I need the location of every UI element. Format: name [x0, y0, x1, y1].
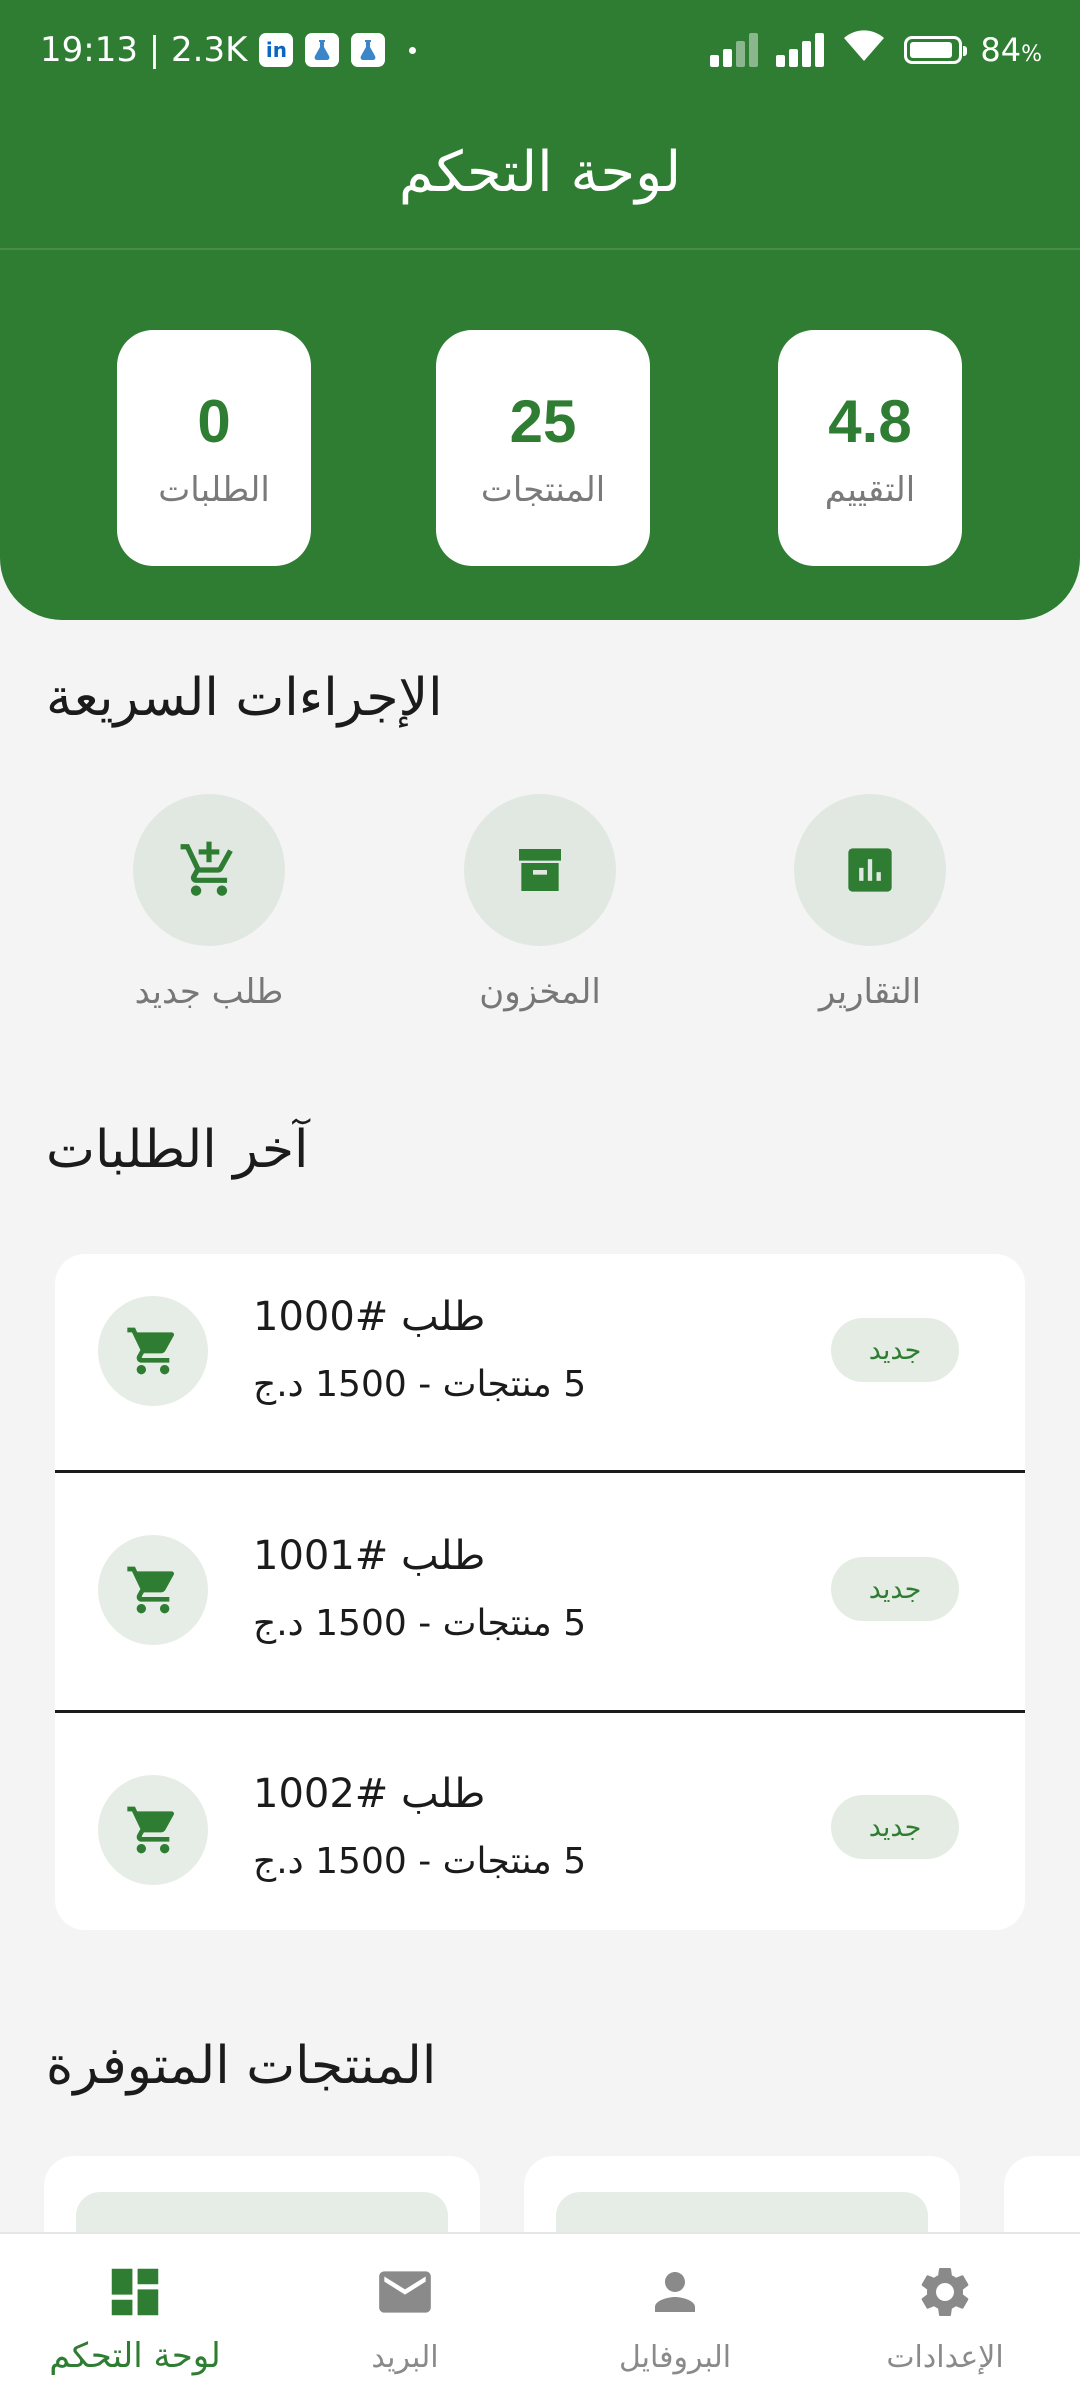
order-title: طلب #1002 [253, 1771, 486, 1817]
dashboard-header: 19:13 | 2.3K in 84% لوحة التحكم 4.8 التق… [0, 0, 1080, 620]
signal-icon [776, 32, 825, 67]
quick-action-inventory[interactable]: المخزون [420, 794, 660, 1012]
quick-actions-title: الإجراءات السريعة [46, 668, 443, 728]
quick-action-label: التقارير [818, 972, 922, 1012]
stat-value: 4.8 [828, 387, 912, 455]
nav-label: البريد [371, 2340, 439, 2375]
nav-item-profile[interactable]: البروفايل [540, 2234, 810, 2402]
page-title: لوحة التحكم [398, 140, 682, 205]
bottom-navigation: الإعدادات البروفايل البريد لوحة التحكم [0, 2232, 1080, 2402]
products-title: المنتجات المتوفرة [46, 2036, 437, 2096]
cart-icon [127, 1566, 175, 1614]
order-subtitle: 5 منتجات - 1500 د.ج [253, 1364, 587, 1405]
stat-label: التقييم [824, 469, 916, 510]
mail-icon [374, 2260, 436, 2324]
status-badge: جديد [831, 1795, 959, 1859]
quick-action-reports[interactable]: التقارير [750, 794, 990, 1012]
battery-level: 84% [980, 30, 1042, 69]
order-icon-circle [98, 1296, 208, 1406]
person-icon [645, 2260, 705, 2324]
dashboard-icon [104, 2260, 166, 2324]
order-icon-circle [98, 1775, 208, 1885]
stat-card-products: 25 المنتجات [436, 330, 650, 566]
order-subtitle: 5 منتجات - 1500 د.ج [253, 1603, 587, 1644]
quick-action-label: المخزون [479, 972, 601, 1012]
order-title: طلب #1000 [253, 1294, 486, 1340]
stat-value: 0 [197, 387, 231, 455]
order-title: طلب #1001 [253, 1533, 486, 1579]
stat-value: 25 [509, 387, 577, 455]
nav-label: لوحة التحكم [49, 2336, 221, 2376]
cart-icon [127, 1806, 175, 1854]
nav-item-dashboard[interactable]: لوحة التحكم [0, 2234, 270, 2402]
nav-item-settings[interactable]: الإعدادات [810, 2234, 1080, 2402]
nav-label: الإعدادات [886, 2340, 1004, 2375]
signal-icon [710, 32, 759, 67]
status-bar: 19:13 | 2.3K in 84% [0, 0, 1080, 110]
stat-label: الطلبات [158, 469, 270, 510]
order-row[interactable]: طلب #1002 5 منتجات - 1500 د.ج جديد [55, 1713, 1025, 1930]
quick-action-circle[interactable] [794, 794, 946, 946]
status-badge: جديد [831, 1557, 959, 1621]
stat-label: المنتجات [480, 469, 606, 510]
order-row[interactable]: طلب #1000 5 منتجات - 1500 د.ج جديد [55, 1254, 1025, 1492]
battery-icon [904, 35, 968, 64]
quick-action-circle[interactable] [133, 794, 285, 946]
cart-icon [127, 1327, 175, 1375]
status-badge: جديد [831, 1318, 959, 1382]
order-row[interactable]: طلب #1001 5 منتجات - 1500 د.ج جديد [55, 1473, 1025, 1711]
quick-action-circle[interactable] [464, 794, 616, 946]
status-left: 19:13 | 2.3K in [40, 30, 417, 70]
quick-action-label: طلب جديد [134, 972, 284, 1012]
status-right: 84% [710, 28, 1042, 71]
reports-icon [848, 848, 892, 892]
linkedin-icon: in [259, 33, 294, 67]
nav-item-mail[interactable]: البريد [270, 2234, 540, 2402]
settings-icon [915, 2260, 975, 2324]
order-icon-circle [98, 1535, 208, 1645]
inventory-icon [519, 849, 561, 891]
status-time: 19:13 | 2.3K [40, 30, 248, 70]
order-subtitle: 5 منتجات - 1500 د.ج [253, 1841, 587, 1882]
wifi-icon [842, 28, 886, 71]
divider [0, 248, 1080, 250]
nav-label: البروفايل [618, 2340, 732, 2375]
recent-orders-title: آخر الطلبات [46, 1120, 309, 1180]
stat-card-rating: 4.8 التقييم [778, 330, 962, 566]
flask-icon [305, 33, 340, 67]
notification-dot-icon [409, 46, 417, 54]
recent-orders-card: طلب #1000 5 منتجات - 1500 د.ج جديد طلب #… [55, 1254, 1025, 1930]
quick-action-new-order[interactable]: طلب جديد [89, 794, 329, 1012]
stat-card-orders: 0 الطلبات [117, 330, 311, 566]
flask-icon [351, 33, 386, 67]
add-cart-icon [180, 841, 233, 896]
